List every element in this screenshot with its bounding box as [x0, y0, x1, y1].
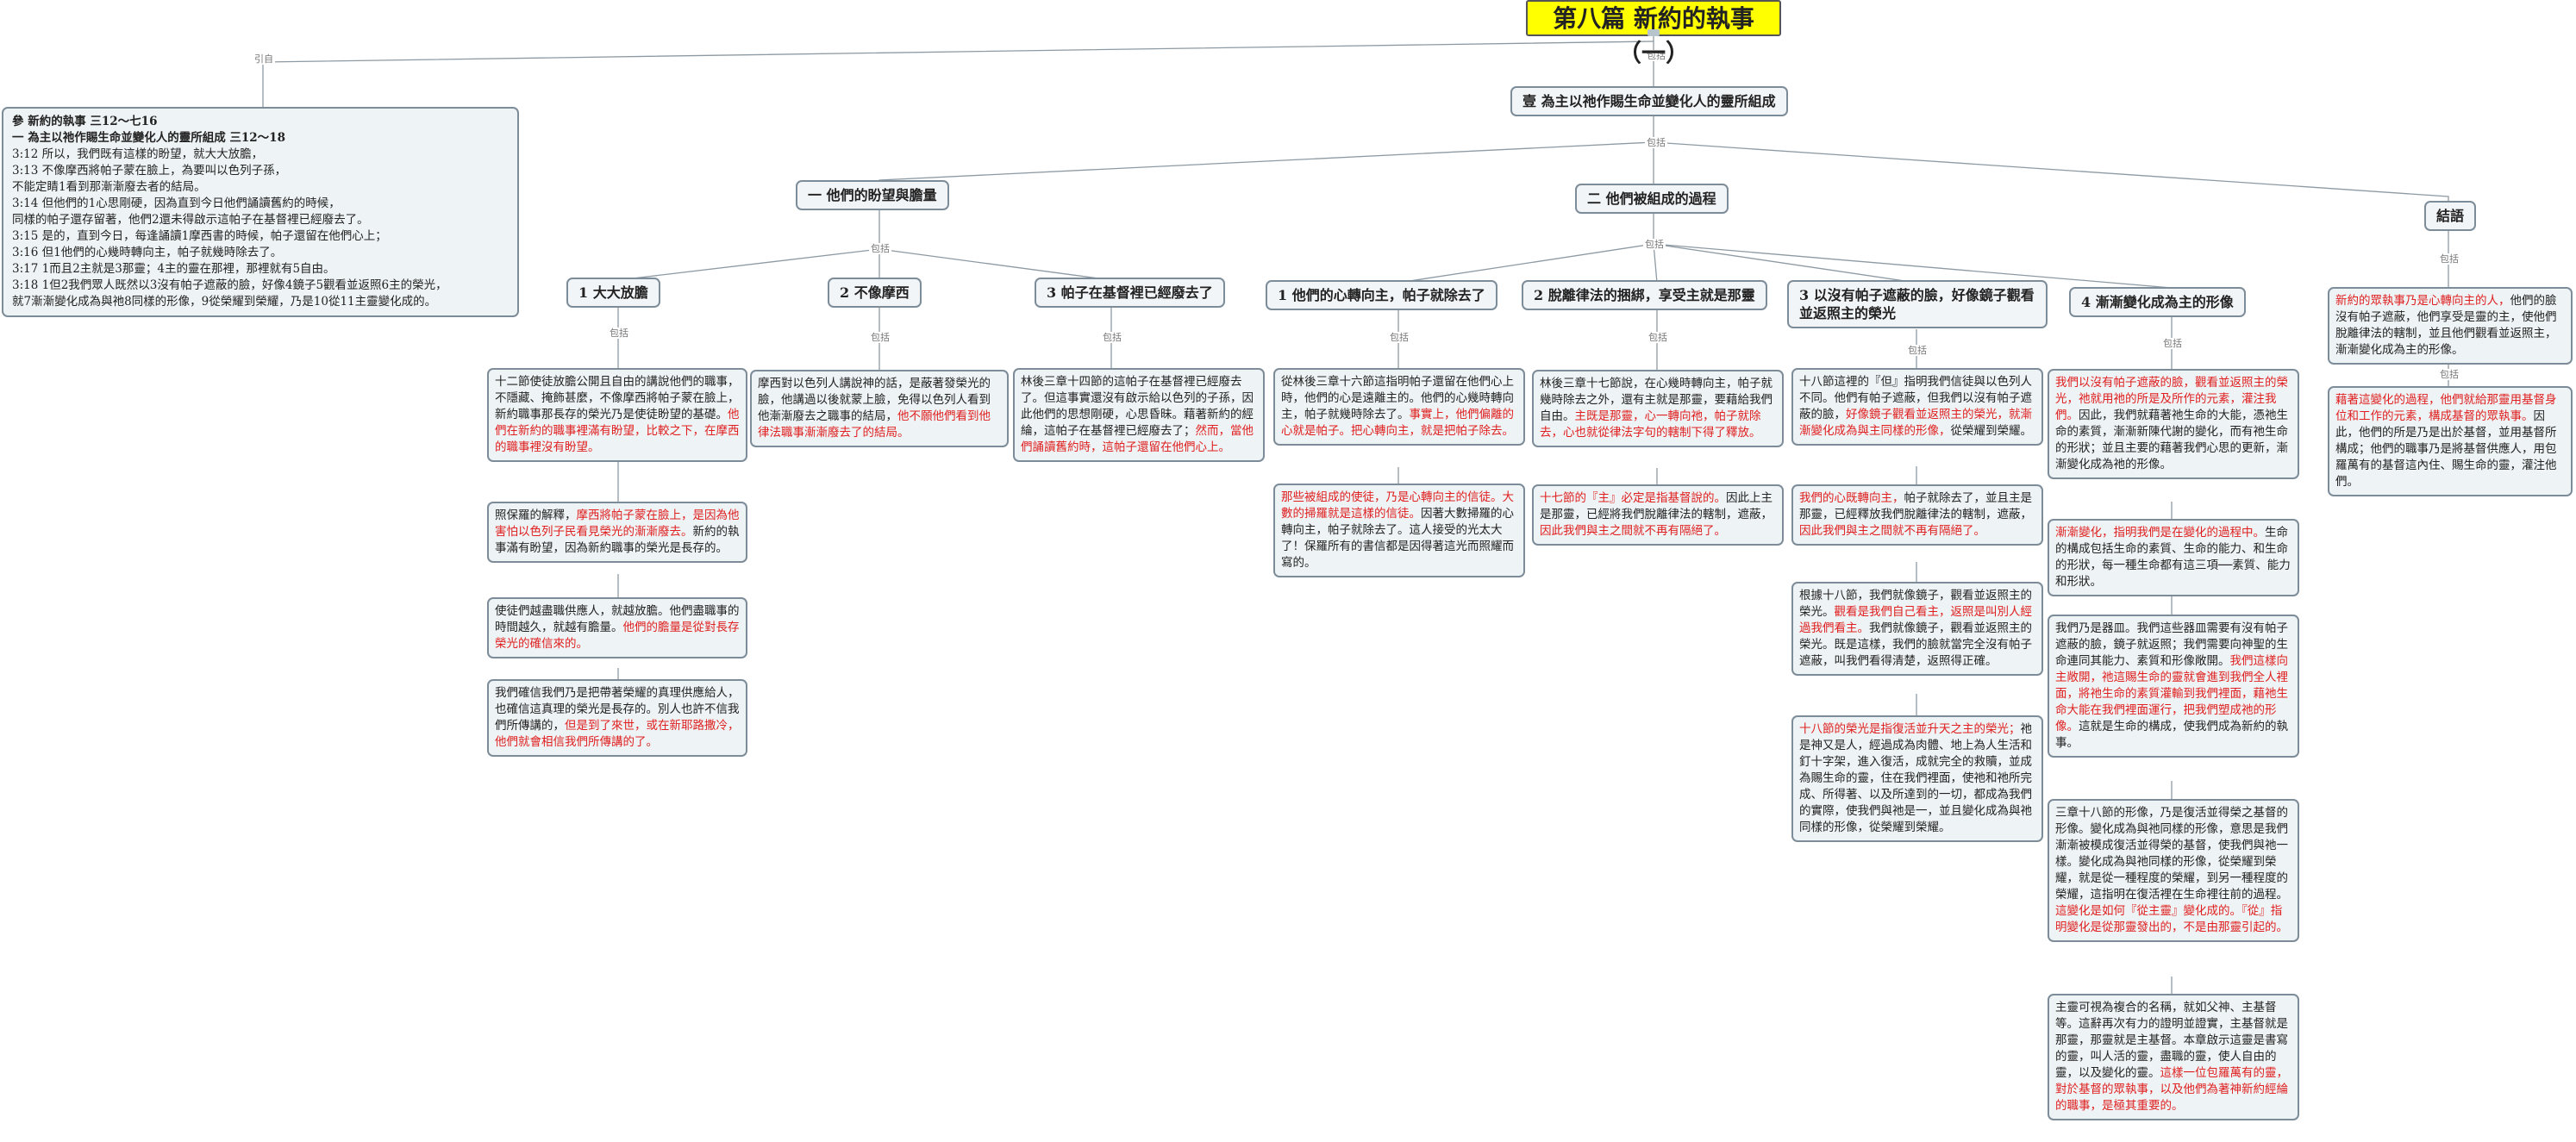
note-text: 這就是生命的構成，使我們成為新約的執事。 — [2055, 720, 2288, 750]
label-quote: 引自 — [253, 53, 275, 65]
subtopic-freedom-from-law[interactable]: 2 脫離律法的捆綁，享受主就是那靈 — [1522, 280, 1767, 310]
subtopic-bold[interactable]: 1 大大放膽 — [566, 278, 660, 308]
note-card[interactable]: 使徒們越盡職供應人，就越放膽。他們盡職事的時間越久，就越有膽量。他們的膽量是從對… — [487, 597, 747, 658]
note-card[interactable]: 十八節這裡的『但』指明我們信徒與以色列人不同。他們有帕子遮蔽，但我們以沒有帕子遮… — [1791, 368, 2043, 446]
group-conclusion[interactable]: 結語 — [2424, 201, 2477, 231]
note-card[interactable]: 我們乃是器皿。我們這些器皿需要有沒有帕子遮蔽的臉，鏡子就返照；我們需要向神聖的生… — [2048, 615, 2299, 758]
subtopic-veil-removed[interactable]: 3 帕子在基督裡已經廢去了 — [1035, 278, 1225, 308]
note-card[interactable]: 林後三章十七節說，在心幾時轉向主，帕子就幾時除去之外，還有主就是那靈，要藉給我們… — [1532, 370, 1784, 447]
label-contains: 包括 — [1388, 332, 1410, 343]
subtopic-not-like-moses[interactable]: 2 不像摩西 — [828, 278, 922, 308]
note-text: 因此，我們就藉著祂生命的大能，憑祂生命的素質，漸漸新陳代謝的變化，而有祂生命的形… — [2055, 409, 2288, 471]
note-card[interactable]: 那些被組成的使徒，乃是心轉向主的信徒。大數的掃羅就是這樣的信徒。因著大數掃羅的心… — [1273, 484, 1525, 577]
note-card[interactable]: 十七節的『主』必定是指基督說的。因此上主是那靈，已經將我們脫離律法的轄制，遮蔽，… — [1532, 484, 1784, 546]
label-contains: 包括 — [608, 328, 630, 339]
note-card[interactable]: 三章十八節的形像，乃是復活並得榮之基督的形像。變化成為與祂同樣的形像，意思是我們… — [2048, 799, 2299, 942]
note-card[interactable]: 十八節的榮光是指復活並升天之主的榮光；祂是神又是人，經過成為肉體、地上為人生活和… — [1791, 715, 2043, 842]
quote-line: 參 新約的執事 三12～七16 — [12, 115, 158, 128]
quote-line: 3:15 是的，直到今日，每逢誦讀1摩西書的時候，帕子還留在他們心上； — [12, 229, 387, 243]
scripture-quote-box[interactable]: 參 新約的執事 三12～七16 一 為主以祂作賜生命並變化人的靈所組成 三12～… — [2, 107, 519, 317]
quote-line: 一 為主以祂作賜生命並變化人的靈所組成 三12～18 — [12, 131, 285, 145]
note-text: 十二節使徒放膽公開且自由的講說他們的職事，不隱藏、掩飾甚麼，不像摩西將帕子蒙在臉… — [495, 375, 740, 421]
label-contains: 包括 — [1101, 332, 1123, 343]
note-card[interactable]: 漸漸變化，指明我們是在變化的過程中。生命的構成包括生命的素質、生命的能力、和生命… — [2048, 519, 2299, 596]
highlight-text: 漸漸變化，指明我們是在變化的過程中。 — [2055, 526, 2265, 540]
label-contains: 包括 — [869, 243, 891, 254]
note-card[interactable]: 我們的心既轉向主，帕子就除去了，並且主是那靈，已經釋放我們脫離律法的轄制，遮蔽，… — [1791, 484, 2043, 546]
subtopic-mirror-reflect[interactable]: 3 以沒有帕子遮蔽的臉，好像鏡子觀看並返照主的榮光 — [1787, 280, 2048, 328]
label-contains: 包括 — [1647, 332, 1669, 343]
note-card[interactable]: 摩西對以色列人講說神的話，是蔽著發榮光的臉，他講過以後就蒙上臉，免得以色列人看到… — [750, 370, 1009, 447]
quote-line: 3:18 1但2我們眾人既然以3沒有帕子遮蔽的臉，好像4鏡子5觀看並返照6主的榮… — [12, 278, 447, 292]
quote-line: 3:17 1而且2主就是3那靈；4主的靈在那裡，那裡就有5自由。 — [12, 262, 335, 276]
quote-line: 不能定睛1看到那漸漸廢去者的結局。 — [12, 180, 206, 194]
quote-line: 3:16 但1他們的心幾時轉向主，帕子就幾時除去了。 — [12, 246, 283, 259]
note-card[interactable]: 藉著這變化的過程，他們就給那靈用基督身位和工作的元素，構成基督的眾執事。因此，他… — [2328, 386, 2573, 496]
label-contains: 包括 — [2161, 338, 2184, 349]
note-card[interactable]: 十二節使徒放膽公開且自由的講說他們的職事，不隱藏、掩飾甚麼，不像摩西將帕子蒙在臉… — [487, 368, 747, 462]
quote-line: 3:13 不像摩西將帕子蒙在臉上，為要叫以色列子孫， — [12, 164, 287, 178]
quote-line: 就7漸漸變化成為與祂8同樣的形像，9從榮耀到榮耀，乃是10從11主靈變化成的。 — [12, 295, 437, 309]
note-card[interactable]: 照保羅的解釋，摩西將帕子蒙在臉上，是因為他害怕以色列子民看見榮光的漸漸廢去。新約… — [487, 502, 747, 563]
note-card[interactable]: 我們確信我們乃是把帶著榮耀的真理供應給人，也確信這真理的榮光是長存的。別人也許不… — [487, 679, 747, 757]
highlight-text: 新約的眾執事乃是心轉向主的人， — [2335, 294, 2510, 308]
note-text: 照保羅的解釋， — [495, 509, 577, 522]
label-contains: 包括 — [1906, 345, 1929, 356]
label-contains: 包括 — [1645, 137, 1667, 148]
highlight-text: 這變化是如何『從主靈』變化成的。『從』指明變化是從那靈發出的，不是由那靈引起的。 — [2055, 904, 2288, 934]
highlight-text: 因此我們與主之間就不再有隔絕了。 — [1540, 524, 1726, 538]
label-contains: 包括 — [2438, 369, 2460, 380]
quote-line: 同樣的帕子還存留著，他們2還未得啟示這帕子在基督裡已經廢去了。 — [12, 213, 369, 227]
note-text: 三章十八節的形像，乃是復活並得榮之基督的形像。變化成為與祂同樣的形像，意思是我們… — [2055, 806, 2288, 902]
highlight-text: 藉著這變化的過程，他們就給那靈用基督身位和工作的元素，構成基督的眾執事。 — [2335, 393, 2557, 423]
highlight-text: 因此我們與主之間就不再有隔絕了。 — [1799, 524, 1985, 538]
subtopic-heart-turns[interactable]: 1 他們的心轉向主，帕子就除去了 — [1266, 280, 1497, 310]
note-card[interactable]: 主靈可視為複合的名稱，就如父神、主基督等。這辭再次有力的證明並證實，主基督就是那… — [2048, 994, 2299, 1120]
group-hope-boldness[interactable]: 一 他們的盼望與膽量 — [796, 180, 949, 210]
note-card[interactable]: 從林後三章十六節這指明帕子還留在他們心上時，他們的心是遠離主的。他們的心幾時轉向… — [1273, 368, 1525, 446]
quote-line: 3:14 但他們的1心思剛硬，因為直到今日他們誦讀舊約的時候， — [12, 197, 341, 210]
highlight-text: 十八節的榮光是指復活並升天之主的榮光； — [1799, 722, 2021, 736]
note-card[interactable]: 林後三章十四節的這帕子在基督裡已經廢去了。但這事實還沒有啟示給以色列的子孫，因此… — [1013, 368, 1265, 462]
note-text: 祂是神又是人，經過成為肉體、地上為人生活和釘十字架，進入復活，成就完全的救贖，並… — [1799, 722, 2032, 834]
highlight-text: 十七節的『主』必定是指基督說的。 — [1540, 491, 1726, 505]
main-topic[interactable]: 壹 為主以祂作賜生命並變化人的靈所組成 — [1510, 86, 1788, 116]
label-contains: 包括 — [2438, 253, 2460, 265]
subtopic-transformed[interactable]: 4 漸漸變化成為主的形像 — [2069, 287, 2246, 317]
collapse-handle[interactable] — [1648, 29, 1660, 36]
note-text: 從榮耀到榮耀。 — [1950, 424, 2033, 438]
note-card[interactable]: 我們以沒有帕子遮蔽的臉，觀看並返照主的榮光，祂就用祂的所是及所作的元素，灌注我們… — [2048, 369, 2299, 479]
note-card[interactable]: 新約的眾執事乃是心轉向主的人，他們的臉沒有帕子遮蔽，他們享受是靈的主，使他們脫離… — [2328, 287, 2573, 365]
label-contains: 包括 — [1643, 239, 1666, 250]
quote-line: 3:12 所以，我們既有這樣的盼望，就大大放膽， — [12, 147, 264, 161]
group-constitution-process[interactable]: 二 他們被組成的過程 — [1575, 184, 1729, 214]
highlight-text: 我們的心既轉向主， — [1799, 491, 1904, 505]
note-card[interactable]: 根據十八節，我們就像鏡子，觀看並返照主的榮光。觀看是我們自己看主，返照是叫別人經… — [1791, 582, 2043, 676]
label-contains: 包括 — [869, 332, 891, 343]
